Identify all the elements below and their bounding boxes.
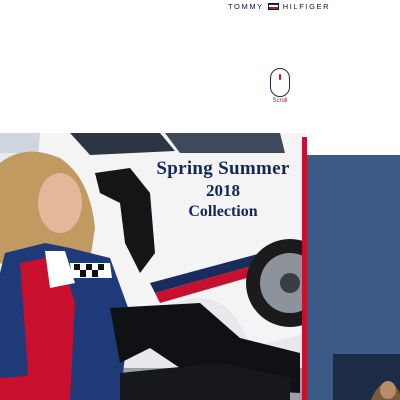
side-thumbnail[interactable] bbox=[333, 354, 400, 400]
mouse-icon bbox=[270, 68, 290, 97]
hero-title-line1: Spring Summer bbox=[156, 158, 290, 179]
hero-banner[interactable]: Spring Summer 2018 Collection bbox=[0, 133, 306, 400]
scroll-label: Scroll bbox=[272, 98, 288, 104]
thumbnail-image bbox=[333, 354, 400, 400]
brand-name-left: TOMMY bbox=[228, 1, 264, 11]
hero-title-line3: Collection bbox=[188, 203, 258, 220]
hero-title-line2: 2018 bbox=[206, 181, 240, 200]
brand-logo[interactable]: TOMMY HILFIGER bbox=[228, 1, 330, 11]
flag-icon bbox=[267, 2, 279, 10]
brand-name-right: HILFIGER bbox=[282, 1, 331, 11]
hero-title: Spring Summer 2018 Collection bbox=[140, 158, 306, 222]
scroll-indicator[interactable]: Scroll bbox=[268, 68, 292, 104]
